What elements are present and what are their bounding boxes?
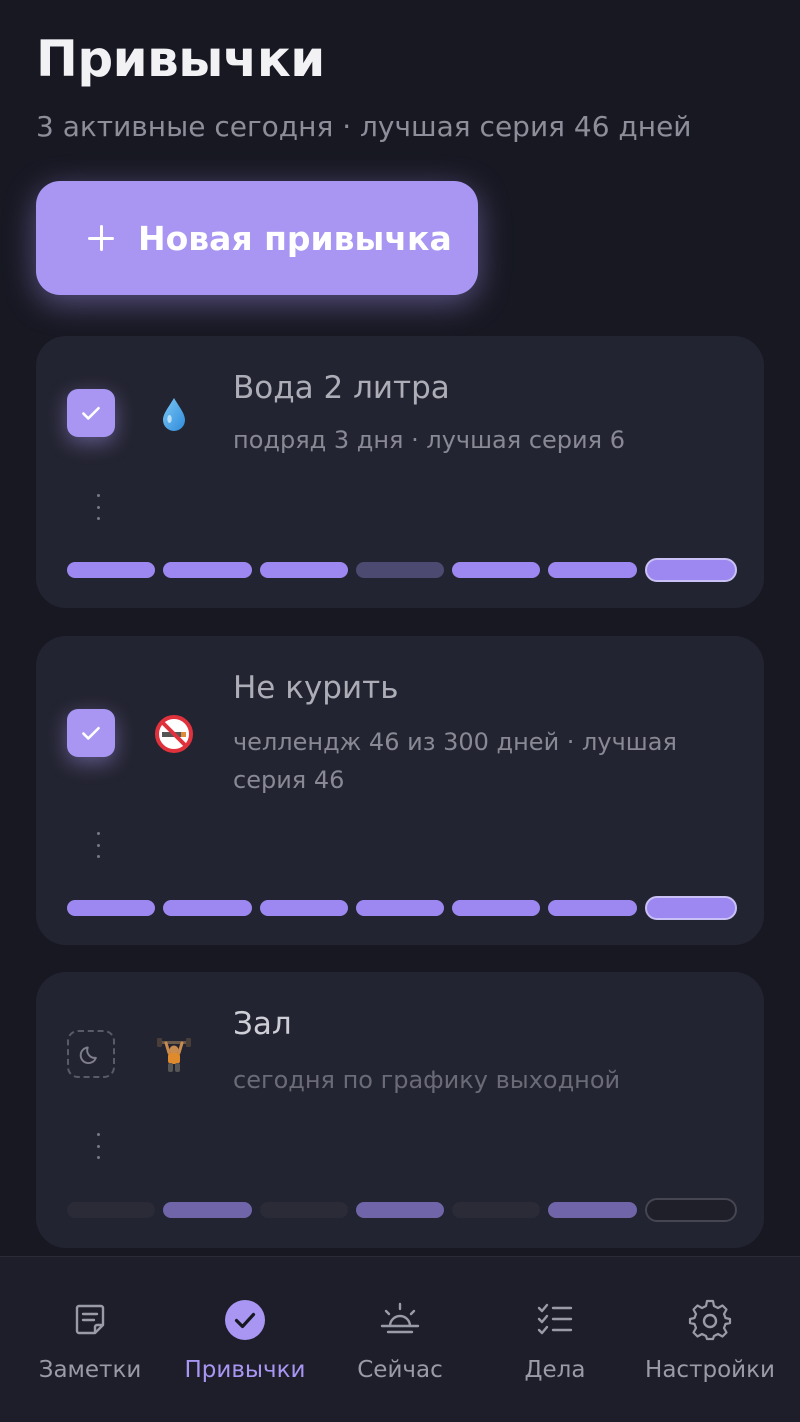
tab-settings[interactable]: Настройки (630, 1257, 790, 1422)
day-bar (452, 900, 541, 916)
day-bar (355, 1202, 445, 1218)
habit-name: Вода 2 литра (233, 370, 450, 406)
new-habit-label: Новая привычка (138, 218, 452, 258)
day-bar-today (644, 896, 737, 920)
droplet-icon (152, 392, 196, 436)
bottom-tab-bar: Заметки Привычки Сейчас Дела Настройки (0, 1256, 800, 1422)
tab-label: Заметки (38, 1357, 142, 1383)
habit-checkbox[interactable] (67, 389, 115, 437)
day-bar (163, 1202, 252, 1218)
day-bar (259, 562, 348, 578)
day-bar (548, 1202, 637, 1218)
no-smoking-icon (152, 712, 196, 756)
page-subtitle: 3 активные сегодня · лучшая серия 46 дне… (36, 110, 692, 143)
tab-label: Дела (524, 1357, 586, 1383)
day-bar (452, 1202, 541, 1218)
day-bar (355, 562, 445, 578)
notes-icon (67, 1297, 113, 1343)
day-bar-today (644, 558, 737, 582)
day-bar (548, 562, 637, 578)
day-bar (67, 900, 156, 916)
day-bar (355, 900, 445, 916)
tab-label: Настройки (645, 1357, 775, 1383)
checkmark-icon (82, 726, 100, 740)
tab-habits[interactable]: Привычки (165, 1257, 325, 1422)
habit-card-no-smoking[interactable]: Не курить челлендж 46 из 300 дней · лучш… (36, 636, 764, 945)
checkmark-icon (82, 406, 100, 420)
tab-now[interactable]: Сейчас (320, 1257, 480, 1422)
more-options-icon[interactable] (92, 1133, 104, 1159)
tab-label: Привычки (184, 1357, 306, 1383)
habit-card-gym[interactable]: Зал сегодня по графику выходной (36, 972, 764, 1248)
checklist-icon (532, 1297, 578, 1343)
plus-icon (88, 225, 114, 251)
habit-checkbox[interactable] (67, 709, 115, 757)
day-bar (259, 900, 348, 916)
day-bar (259, 1202, 348, 1218)
rest-day-checkbox[interactable] (67, 1030, 115, 1078)
gear-icon (687, 1297, 733, 1343)
page-title: Привычки (36, 30, 325, 88)
more-options-icon[interactable] (92, 494, 104, 520)
moon-icon (79, 1046, 97, 1065)
week-progress (67, 558, 737, 582)
habit-name: Не курить (233, 670, 399, 706)
habit-name: Зал (233, 1006, 292, 1042)
day-bar (163, 562, 252, 578)
tab-notes[interactable]: Заметки (10, 1257, 170, 1422)
habit-meta: подряд 3 дня · лучшая серия 6 (233, 426, 625, 454)
week-progress (67, 1198, 737, 1222)
check-circle-icon (222, 1297, 268, 1343)
tab-tasks[interactable]: Дела (475, 1257, 635, 1422)
habit-meta: челлендж 46 из 300 дней · лучшая серия 4… (233, 728, 677, 794)
sunrise-icon (377, 1297, 423, 1343)
day-bar (452, 562, 541, 578)
new-habit-button[interactable]: Новая привычка (36, 181, 478, 295)
week-progress (67, 896, 737, 920)
habit-meta: сегодня по графику выходной (233, 1066, 621, 1094)
day-bar (67, 1202, 156, 1218)
day-bar-today (644, 1198, 737, 1222)
day-bar (548, 900, 637, 916)
day-bar (163, 900, 252, 916)
weightlifter-icon (152, 1033, 196, 1077)
tab-label: Сейчас (357, 1357, 443, 1383)
habit-card-water[interactable]: Вода 2 литра подряд 3 дня · лучшая серия… (36, 336, 764, 608)
day-bar (67, 562, 156, 578)
more-options-icon[interactable] (92, 832, 104, 858)
